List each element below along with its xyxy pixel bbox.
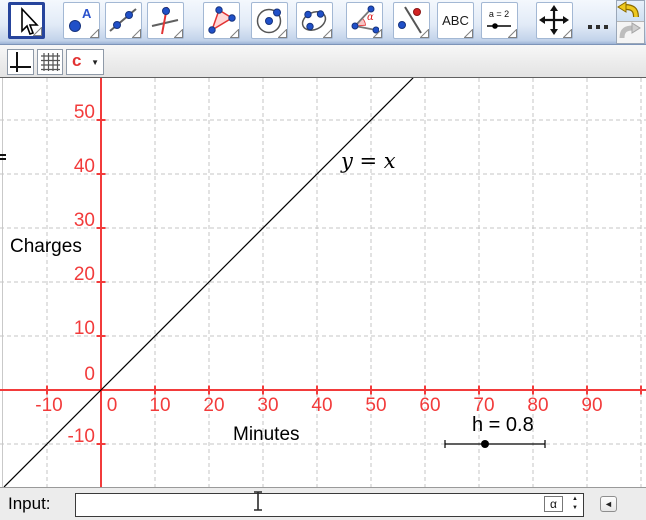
input-label: Input:: [8, 494, 51, 514]
tool-dropdown-icon[interactable]: [230, 29, 239, 38]
slider-tool-button[interactable]: a = 2: [481, 2, 518, 39]
redo-button[interactable]: [617, 22, 644, 43]
circle-tool-button[interactable]: [251, 2, 288, 39]
line-equation-label[interactable]: y = x: [341, 149, 396, 173]
undo-redo-panel: [616, 0, 645, 44]
spinner-down-icon[interactable]: ▼: [569, 504, 581, 513]
y-tick-label: 50: [74, 102, 95, 124]
tool-dropdown-icon[interactable]: [132, 29, 141, 38]
plot-canvas[interactable]: [0, 78, 646, 487]
line-tool-button[interactable]: [105, 2, 142, 39]
spinner-up-icon[interactable]: ▲: [569, 495, 581, 504]
move-tool-button[interactable]: [8, 2, 45, 39]
y-tick-label: 10: [74, 318, 95, 340]
toolbar-overflow-icon[interactable]: [588, 25, 608, 29]
x-axis-title: Minutes: [233, 424, 300, 446]
polygon-tool-button[interactable]: [203, 2, 240, 39]
redo-icon: [617, 22, 641, 41]
input-bar: Input: α ▲ ▼ ◄: [0, 487, 646, 520]
slider-value-label[interactable]: h = 0.8: [472, 414, 534, 437]
move-graphics-view-tool-button[interactable]: [536, 2, 573, 39]
show-axes-button[interactable]: [7, 49, 34, 75]
point-capturing-button[interactable]: c ▼: [66, 49, 104, 75]
toolbar: A: [0, 0, 646, 45]
x-tick-label: 30: [257, 395, 278, 417]
slider-tool-label: a = 2: [489, 9, 509, 19]
pane-splitter-handle[interactable]: [0, 154, 6, 162]
graphics-view[interactable]: Charges Minutes y = x h = 0.8 -10 0 10 20 30…: [0, 78, 646, 487]
tool-dropdown-icon[interactable]: [90, 29, 99, 38]
x-tick-label: 70: [473, 395, 494, 417]
point-tool-button[interactable]: A: [63, 2, 100, 39]
x-tick-label: 60: [419, 395, 440, 417]
x-tick-label: -10: [35, 395, 62, 417]
undo-button[interactable]: [617, 1, 644, 22]
y-tick-label: 20: [74, 264, 95, 286]
y-axis-title: Charges: [10, 236, 82, 258]
text-tool-label: ABC: [438, 13, 473, 28]
tool-dropdown-icon[interactable]: [508, 29, 517, 38]
ibeam-cursor-icon: [252, 490, 264, 512]
y-tick-label: 0: [84, 364, 95, 386]
tool-dropdown-icon[interactable]: [33, 27, 42, 36]
greek-symbols-button[interactable]: α: [544, 496, 563, 512]
x-tick-label: 90: [581, 395, 602, 417]
grid-icon: [38, 50, 62, 74]
y-tick-label: 30: [74, 210, 95, 232]
x-tick-label: 20: [203, 395, 224, 417]
reflect-tool-button[interactable]: [393, 2, 430, 39]
angle-tool-button[interactable]: α: [346, 2, 383, 39]
magnet-icon: c: [72, 51, 81, 71]
svg-text:α: α: [367, 12, 374, 23]
x-tick-label: 80: [527, 395, 548, 417]
x-tick-label: 0: [107, 395, 118, 417]
tool-dropdown-icon[interactable]: [563, 29, 572, 38]
input-field[interactable]: [75, 493, 584, 517]
tool-dropdown-icon[interactable]: [373, 29, 382, 38]
text-tool-button[interactable]: ABC: [437, 2, 474, 39]
axes-icon: [8, 50, 33, 74]
conic-tool-button[interactable]: [296, 2, 333, 39]
tool-dropdown-icon[interactable]: [278, 29, 287, 38]
show-grid-button[interactable]: [37, 49, 63, 75]
tool-dropdown-icon[interactable]: [174, 29, 183, 38]
y-tick-label: 40: [74, 156, 95, 178]
x-tick-label: 40: [311, 395, 332, 417]
chevron-down-icon: ▼: [91, 58, 99, 67]
tool-dropdown-icon[interactable]: [323, 29, 332, 38]
stylebar: c ▼: [0, 45, 646, 78]
undo-icon: [617, 1, 641, 20]
y-tick-label: -10: [68, 426, 95, 448]
left-triangle-icon: ◄: [604, 499, 613, 509]
x-tick-label: 10: [149, 395, 170, 417]
perpendicular-line-tool-button[interactable]: [147, 2, 184, 39]
svg-text:A: A: [82, 6, 92, 21]
tool-dropdown-icon[interactable]: [464, 29, 473, 38]
x-tick-label: 50: [365, 395, 386, 417]
input-help-toggle-button[interactable]: ◄: [600, 496, 617, 512]
tool-dropdown-icon[interactable]: [420, 29, 429, 38]
geogebra-window: A: [0, 0, 646, 520]
input-history-spinner[interactable]: ▲ ▼: [569, 495, 581, 513]
